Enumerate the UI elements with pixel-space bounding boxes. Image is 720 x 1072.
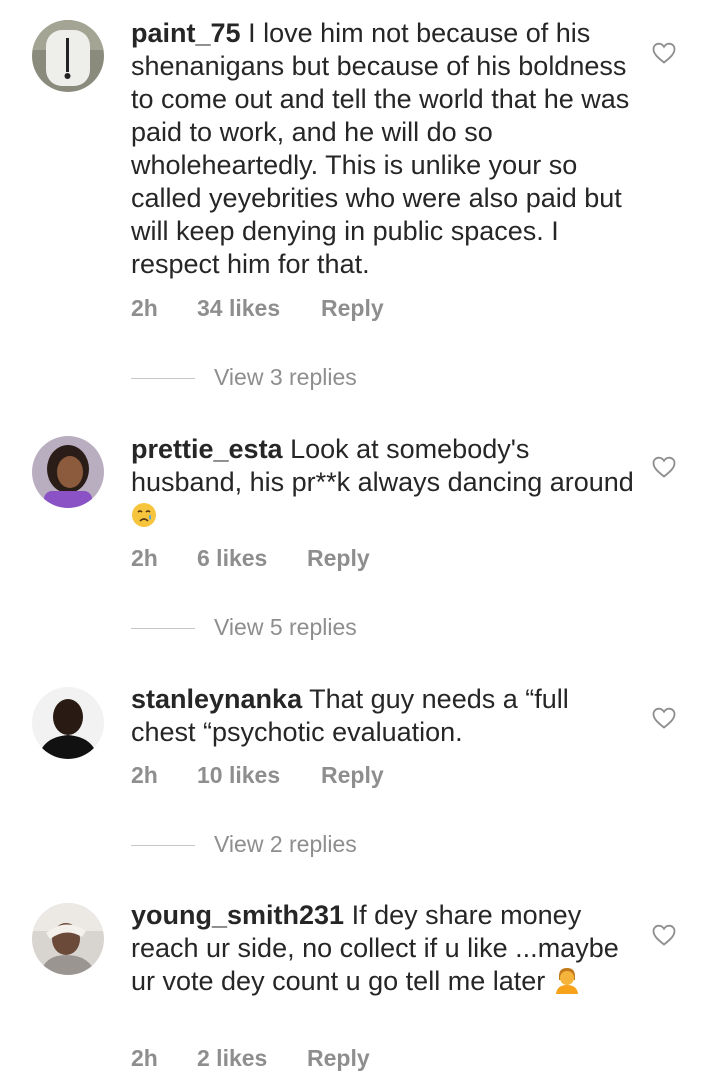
comment-text: prettie_esta Look at somebody's husband,… — [131, 433, 636, 532]
likes-count[interactable]: 6 likes — [197, 545, 307, 572]
person-facepalming-icon — [555, 968, 578, 994]
heart-icon[interactable] — [652, 456, 676, 478]
view-replies-button[interactable]: View 5 replies — [131, 614, 357, 641]
reply-button[interactable]: Reply — [321, 762, 384, 789]
comment-text: stanleynanka That guy needs a “full ches… — [131, 683, 636, 749]
view-replies-button[interactable]: View 3 replies — [131, 364, 357, 391]
heart-icon[interactable] — [652, 924, 676, 946]
avatar[interactable] — [32, 687, 104, 759]
comment-time: 2h — [131, 295, 158, 321]
avatar[interactable] — [32, 903, 104, 975]
comment-meta: 2h 6 likes Reply — [131, 545, 370, 572]
comment-text: young_smith231 If dey share money reach … — [131, 899, 636, 998]
comment-time: 2h — [131, 1045, 158, 1071]
reply-button[interactable]: Reply — [321, 295, 384, 322]
comment-username[interactable]: prettie_esta — [131, 434, 283, 464]
comment-time: 2h — [131, 545, 158, 571]
comment-meta: 2h 2 likes Reply — [131, 1045, 370, 1072]
avatar[interactable] — [32, 20, 104, 92]
comment-meta: 2h 34 likes Reply — [131, 295, 384, 322]
reply-button[interactable]: Reply — [307, 1045, 370, 1072]
reply-button[interactable]: Reply — [307, 545, 370, 572]
view-replies-button[interactable]: View 2 replies — [131, 831, 357, 858]
likes-count[interactable]: 34 likes — [197, 295, 321, 322]
divider-line — [131, 845, 195, 847]
likes-count[interactable]: 10 likes — [197, 762, 321, 789]
view-replies-label: View 5 replies — [214, 614, 357, 640]
view-replies-label: View 3 replies — [214, 364, 357, 390]
comment-body: I love him not because of his shenanigan… — [131, 18, 630, 279]
comment-text: paint_75 I love him not because of his s… — [131, 17, 636, 281]
avatar[interactable] — [32, 436, 104, 508]
comment-username[interactable]: stanleynanka — [131, 684, 302, 714]
view-replies-label: View 2 replies — [214, 831, 357, 857]
likes-count[interactable]: 2 likes — [197, 1045, 307, 1072]
comment-username[interactable]: young_smith231 — [131, 900, 344, 930]
divider-line — [131, 628, 195, 630]
comment-meta: 2h 10 likes Reply — [131, 762, 384, 789]
heart-icon[interactable] — [652, 707, 676, 729]
heart-icon[interactable] — [652, 42, 676, 64]
divider-line — [131, 378, 195, 380]
crying-face-icon — [132, 503, 156, 527]
comment-time: 2h — [131, 762, 158, 788]
comment-username[interactable]: paint_75 — [131, 18, 241, 48]
